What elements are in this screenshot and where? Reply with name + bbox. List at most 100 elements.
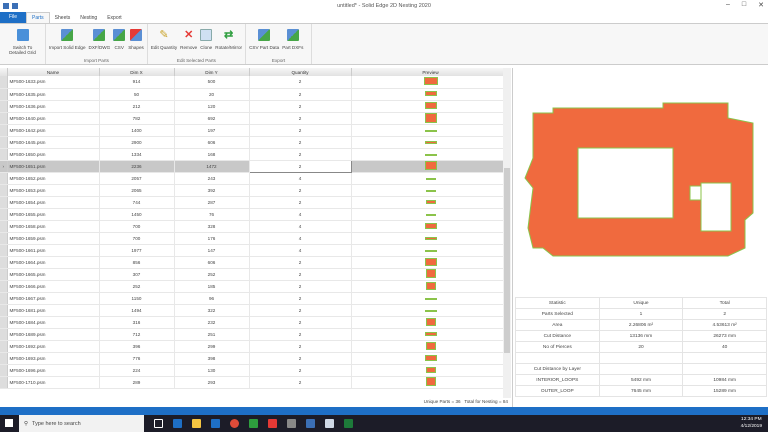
table-row[interactable]: MF500-1658.psm 700 328 4 <box>0 220 511 233</box>
col-preview[interactable]: Preview <box>351 68 511 76</box>
quantity-cell[interactable]: 4 <box>249 232 352 245</box>
app-icon[interactable] <box>268 419 277 428</box>
row-header[interactable] <box>0 292 8 305</box>
edit-quantity-button[interactable]: ✎ Edit Quantity <box>151 26 177 58</box>
nesting-app-icon[interactable] <box>325 419 334 428</box>
row-header[interactable] <box>0 76 8 89</box>
quantity-cell[interactable]: 2 <box>249 316 352 329</box>
excel-icon[interactable] <box>344 419 353 428</box>
row-header[interactable] <box>0 376 8 389</box>
tab-file[interactable]: File <box>0 12 26 23</box>
table-row[interactable]: MF500-1681.psm 1494 322 2 <box>0 304 511 317</box>
windows-start-icon[interactable] <box>5 419 13 427</box>
row-header[interactable] <box>0 148 8 161</box>
taskbar-search[interactable]: ⚲ Type here to search <box>19 415 144 432</box>
table-row[interactable]: MF500-1654.psm 744 287 2 <box>0 196 511 209</box>
quantity-cell[interactable]: 2 <box>248 159 352 173</box>
vertical-scrollbar[interactable] <box>503 68 511 398</box>
table-row[interactable]: MF500-1661.psm 1977 147 4 <box>0 244 511 257</box>
remove-button[interactable]: ✕ Remove <box>180 26 197 58</box>
row-header[interactable] <box>0 232 8 245</box>
part-dxfs-button[interactable]: Part DXFs <box>282 26 303 58</box>
col-dim-x[interactable]: Dim X <box>99 68 175 76</box>
row-header[interactable] <box>0 268 8 281</box>
quantity-cell[interactable]: 4 <box>249 208 352 221</box>
row-header[interactable]: › <box>0 160 8 173</box>
row-header[interactable] <box>0 364 8 377</box>
table-row[interactable]: MF500-1645.psm 2900 606 2 <box>0 136 511 149</box>
table-row[interactable]: MF500-1684.psm 316 232 2 <box>0 316 511 329</box>
row-header[interactable] <box>0 220 8 233</box>
table-row[interactable]: MF500-1696.psm 224 130 2 <box>0 364 511 377</box>
tab-export[interactable]: Export <box>102 13 126 23</box>
shapes-button[interactable]: Shapes <box>128 26 144 58</box>
csv-button[interactable]: CSV <box>113 26 126 58</box>
row-header[interactable] <box>0 112 8 125</box>
rotate-mirror-button[interactable]: ⇄ Rotate/Mirror <box>215 26 242 58</box>
table-row[interactable]: MF500-1710.psm 289 293 2 <box>0 376 511 389</box>
col-dim-y[interactable]: Dim Y <box>174 68 250 76</box>
tab-nesting[interactable]: Nesting <box>75 13 102 23</box>
row-header[interactable] <box>0 256 8 269</box>
tab-sheets[interactable]: Sheets <box>50 13 76 23</box>
row-header[interactable] <box>0 136 8 149</box>
quantity-cell[interactable]: 2 <box>249 124 352 137</box>
table-row[interactable]: MF500-1655.psm 1450 76 4 <box>0 208 511 221</box>
table-row[interactable]: MF500-1653.psm 2065 392 2 <box>0 184 511 197</box>
table-row[interactable]: MF500-1659.psm 700 176 4 <box>0 232 511 245</box>
quantity-cell[interactable]: 2 <box>249 328 352 341</box>
quantity-cell[interactable]: 2 <box>249 280 352 293</box>
csv-part-data-button[interactable]: CSV Part Data <box>249 26 279 58</box>
switch-grid-button[interactable]: Switch To Detailed Grid <box>5 26 41 63</box>
table-row[interactable]: MF500-1664.psm 856 606 2 <box>0 256 511 269</box>
quantity-cell[interactable]: 2 <box>249 376 352 389</box>
quantity-cell[interactable]: 2 <box>249 340 352 353</box>
solid-edge-icon[interactable] <box>249 419 258 428</box>
row-header[interactable] <box>0 340 8 353</box>
table-row[interactable]: MF500-1650.psm 1334 168 2 <box>0 148 511 161</box>
quantity-cell[interactable]: 2 <box>249 268 352 281</box>
table-row[interactable]: MF500-1635.psm 50 20 2 <box>0 88 511 101</box>
table-row[interactable]: MF500-1636.psm 212 120 2 <box>0 100 511 113</box>
table-row[interactable]: MF500-1665.psm 307 252 2 <box>0 268 511 281</box>
quantity-cell[interactable]: 2 <box>249 148 352 161</box>
row-header[interactable] <box>0 316 8 329</box>
quantity-cell[interactable]: 2 <box>249 256 352 269</box>
row-header[interactable] <box>0 304 8 317</box>
table-row[interactable]: MF500-1666.psm 252 185 2 <box>0 280 511 293</box>
row-header[interactable] <box>0 172 8 185</box>
quantity-cell[interactable]: 2 <box>249 196 352 209</box>
quantity-cell[interactable]: 4 <box>249 172 352 185</box>
table-row[interactable]: MF500-1692.psm 396 299 2 <box>0 340 511 353</box>
row-header[interactable] <box>0 352 8 365</box>
row-header[interactable] <box>0 208 8 221</box>
import-solid-edge-button[interactable]: Import Solid Edge <box>49 26 86 58</box>
quantity-cell[interactable]: 2 <box>249 184 352 197</box>
row-header[interactable] <box>0 184 8 197</box>
close-button[interactable]: ✕ <box>758 1 764 9</box>
table-row[interactable]: › MF500-1651.psm 2236 1472 2 <box>0 159 511 173</box>
quantity-cell[interactable]: 2 <box>249 100 352 113</box>
clock[interactable]: 12:34 PM 4/12/2019 <box>741 416 762 430</box>
word-icon[interactable] <box>306 419 315 428</box>
edge-icon[interactable] <box>173 419 182 428</box>
row-header[interactable] <box>0 196 8 209</box>
quantity-cell[interactable]: 2 <box>249 76 352 89</box>
quantity-cell[interactable]: 4 <box>249 220 352 233</box>
scrollbar-thumb[interactable] <box>504 168 510 353</box>
chrome-icon[interactable] <box>230 419 239 428</box>
quantity-cell[interactable]: 2 <box>249 136 352 149</box>
row-header[interactable] <box>0 88 8 101</box>
table-row[interactable]: MF500-1640.psm 782 692 2 <box>0 112 511 125</box>
app-icon[interactable] <box>287 419 296 428</box>
row-header[interactable] <box>0 328 8 341</box>
save-icon[interactable] <box>12 3 18 9</box>
row-header[interactable] <box>0 124 8 137</box>
ie-icon[interactable] <box>211 419 220 428</box>
quantity-cell[interactable]: 2 <box>249 364 352 377</box>
quantity-cell[interactable]: 2 <box>249 304 352 317</box>
quantity-cell[interactable]: 4 <box>249 244 352 257</box>
minimize-button[interactable]: – <box>726 1 730 9</box>
quantity-cell[interactable]: 2 <box>249 88 352 101</box>
quantity-cell[interactable]: 2 <box>249 112 352 125</box>
